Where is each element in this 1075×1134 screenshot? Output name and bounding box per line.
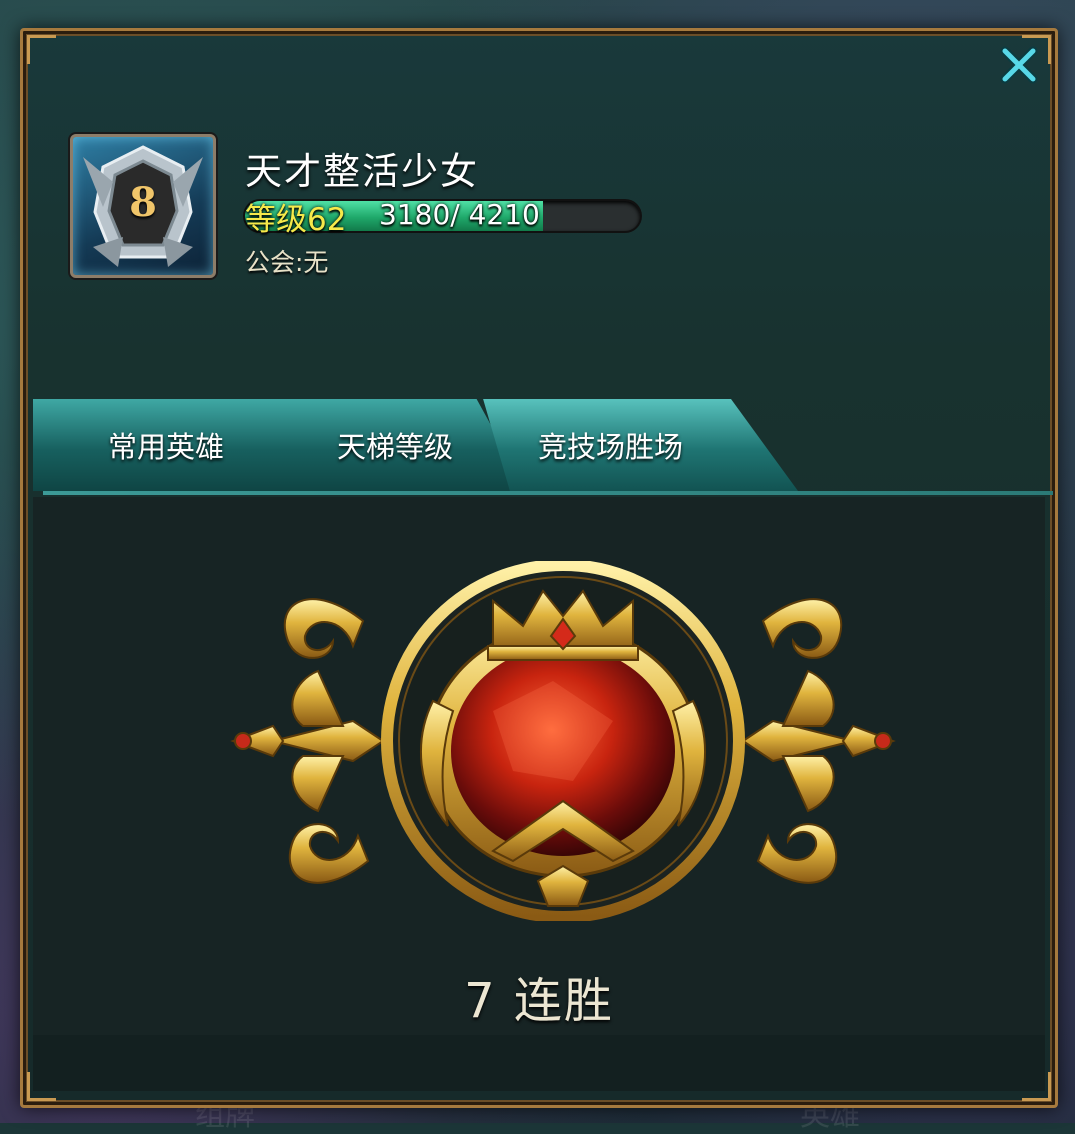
content-footer-strip (33, 1035, 1045, 1091)
player-level-label: 等级62 (245, 202, 347, 238)
tab-label: 天梯等级 (336, 430, 453, 464)
player-profile-panel: 8 天才整活少女 等级62 3180/ 4210 公会:无 常用英雄 天梯等级 … (20, 28, 1058, 1108)
xp-value-text: 3180/ 4210 (379, 198, 540, 231)
player-name: 天才整活少女 (245, 150, 479, 193)
player-avatar[interactable]: 8 (70, 134, 216, 278)
close-button[interactable] (997, 43, 1041, 87)
arena-win-streak-emblem (230, 561, 896, 921)
guild-label: 公会:无 (245, 248, 329, 277)
close-icon (1000, 46, 1038, 84)
tab-label: 竞技场胜场 (537, 430, 683, 464)
tab-arena-wins[interactable]: 竞技场胜场 (483, 399, 798, 491)
right-wing-ornament (741, 598, 896, 884)
left-wing-ornament (230, 598, 385, 884)
tab-label: 常用英雄 (107, 430, 224, 464)
win-streak-text: 7 连胜 (464, 973, 614, 1029)
avatar-level-number: 8 (129, 179, 157, 226)
frame-corner (27, 35, 56, 64)
profile-tabs: 常用英雄 天梯等级 竞技场胜场 (33, 391, 1053, 501)
tab-underline (43, 491, 1053, 495)
